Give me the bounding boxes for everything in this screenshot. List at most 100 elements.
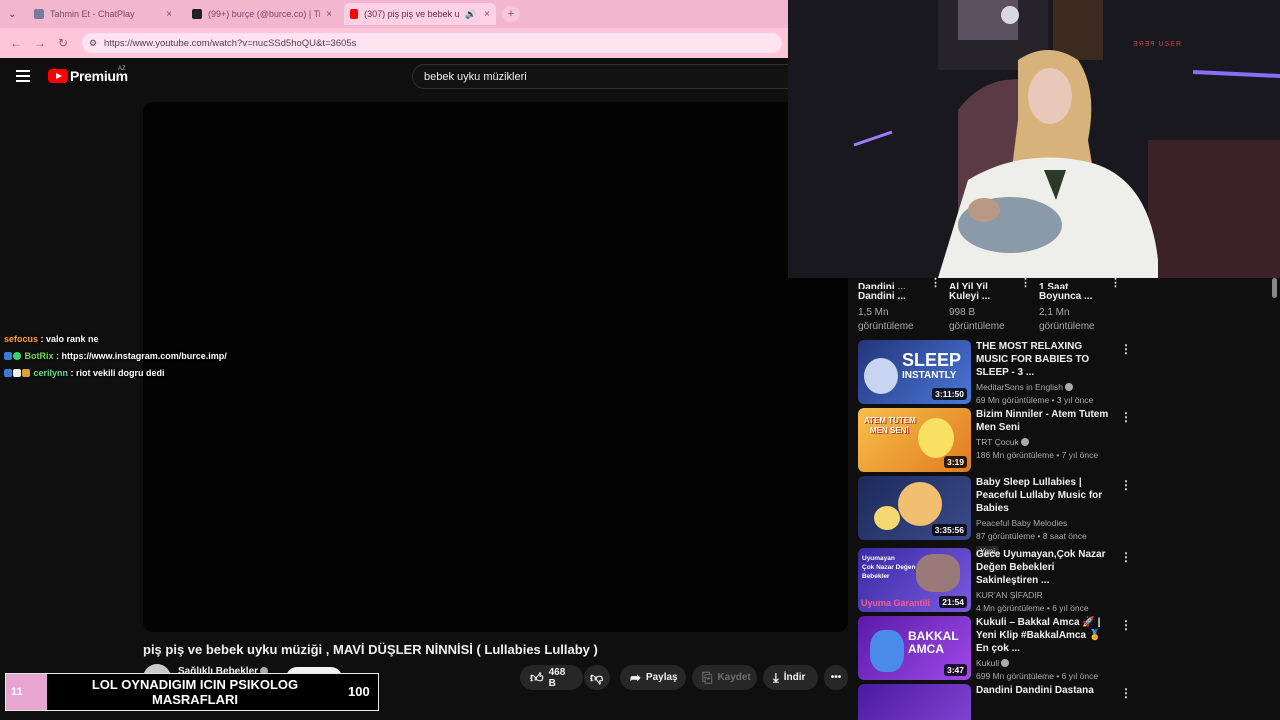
channel-name: MeditarSons in English <box>976 382 1116 392</box>
video-thumbnail[interactable] <box>858 684 971 720</box>
close-icon[interactable]: × <box>484 9 490 20</box>
shorts-card[interactable]: Dandini ... Dandini ... 1,5 Mn görüntüle… <box>858 280 914 334</box>
shorts-card[interactable]: 1 Saat Boyunca ... 2,1 Mn görüntüleme <box>1039 280 1095 334</box>
video-thumbnail[interactable]: SLEEP INSTANTLY 3:11:50 <box>858 340 971 404</box>
more-vert-icon[interactable]: ⋮ <box>1120 342 1132 356</box>
video-thumbnail[interactable]: 3:35:56 <box>858 476 971 540</box>
goal-title: LOL OYNADIGIM ICIN PSIKOLOG MASRAFLARI <box>91 677 299 707</box>
tab-tiktok[interactable]: (99+) burçe (@burce.co) | TikTok × <box>186 3 338 25</box>
channel-name: Peaceful Baby Melodies <box>976 518 1068 528</box>
thumbs-down-icon: 👎︎ <box>590 670 604 685</box>
video-title: Baby Sleep Lullabies | Peaceful Lullaby … <box>976 477 1103 514</box>
video-title: Gece Uyumayan,Çok Nazar Değen Bebekleri … <box>976 549 1106 586</box>
more-vert-icon[interactable]: ⋮ <box>1120 686 1128 700</box>
chatplay-favicon-icon <box>34 9 44 19</box>
related-video[interactable]: BAKKAL AMCA 3:47 Kukuli – Bakkal Amca 🚀 |… <box>858 616 1132 681</box>
more-vert-icon[interactable]: ⋮ <box>1120 550 1132 564</box>
reload-icon[interactable]: ↻ <box>58 36 68 50</box>
forward-arrow-icon[interactable]: → <box>34 36 46 50</box>
duration-badge: 21:54 <box>939 596 967 608</box>
bear-illustration <box>874 506 900 530</box>
card-views: 998 B <box>949 307 976 318</box>
more-vert-icon[interactable]: ⋮ <box>1120 478 1132 492</box>
channel-name-text: TRT Çocuk <box>976 437 1019 447</box>
back-arrow-icon[interactable]: ← <box>10 36 22 50</box>
related-video[interactable]: Uyumayan Çok Nazar Değen Bebekler Uyuma Ga… <box>858 548 1132 613</box>
bookmark-icon: ⎘ <box>702 670 713 685</box>
card-views-label: görüntüleme <box>858 321 914 332</box>
video-info: Kukuli – Bakkal Amca 🚀 | Yeni Klip #Bakk… <box>976 616 1116 681</box>
close-icon[interactable]: × <box>326 9 332 20</box>
close-icon[interactable]: × <box>166 9 172 20</box>
more-vert-icon[interactable]: ⋮ <box>1120 618 1132 632</box>
related-video[interactable]: 3:35:56 Baby Sleep Lullabies | Peaceful … <box>858 476 1132 557</box>
bot-badge-icon <box>4 352 12 360</box>
region-code: AZ <box>118 66 126 72</box>
url-field[interactable]: ⚙ https://www.youtube.com/watch?v=nucSSd… <box>82 33 782 53</box>
video-info: Bizim Ninniler - Atem Tutem Men Seni TRT… <box>976 408 1116 460</box>
channel-name: Kukuli <box>976 658 1116 668</box>
related-video[interactable]: SLEEP INSTANTLY 3:11:50 THE MOST RELAXIN… <box>858 340 1132 405</box>
download-button[interactable]: ⤓ İndir <box>763 665 818 690</box>
duration-badge: 3:47 <box>943 664 967 676</box>
sidebar-scrollbar[interactable] <box>1272 278 1277 298</box>
neon-sign: ƎЯƎꟼ USER <box>1133 41 1183 48</box>
video-title: piş piş ve bebek uyku müziği , MAVİ DÜŞL… <box>143 642 598 657</box>
speaker-icon[interactable]: 🔊 <box>465 9 476 20</box>
thumb-caption: Uyuma Garantili <box>861 598 931 608</box>
video-meta: 4 Mn görüntüleme • 6 yıl önce <box>976 603 1089 613</box>
chat-text: : riot vekili dogru dedi <box>70 368 165 378</box>
video-info: THE MOST RELAXING MUSIC FOR BABIES TO SL… <box>976 340 1116 405</box>
share-arrow-icon: ➦ <box>630 670 641 685</box>
more-vert-icon[interactable]: ⋮ <box>930 276 941 289</box>
more-vert-icon[interactable]: ⋮ <box>1110 276 1121 289</box>
drop-badge-icon <box>13 369 21 377</box>
site-info-icon[interactable]: ⚙ <box>89 38 97 49</box>
related-video[interactable]: Dandini Dandini Dastana ⋮ <box>858 684 1128 720</box>
video-title: THE MOST RELAXING MUSIC FOR BABIES TO SL… <box>976 341 1090 378</box>
video-meta: 87 görüntüleme • 8 saat önce <box>976 531 1087 541</box>
save-button[interactable]: ⎘ Kaydet <box>692 665 757 690</box>
share-button[interactable]: ➦ Paylaş <box>620 665 686 690</box>
thumb-caption: BAKKAL AMCA <box>908 629 959 656</box>
new-tab-button[interactable]: + <box>502 6 520 22</box>
video-info: Dandini Dandini Dastana <box>976 684 1116 697</box>
more-actions-button[interactable]: ••• <box>824 665 848 690</box>
card-views: 1,5 Mn <box>858 307 889 318</box>
like-button[interactable]: 👍︎ 468 B <box>520 665 583 690</box>
card-title: Dandini ... <box>858 291 906 302</box>
tab-chatplay[interactable]: Tahmin Et - ChatPlay × <box>28 3 178 25</box>
shorts-card[interactable]: Al Yil Yil Kuleyi ... 998 B görüntüleme <box>949 280 1005 334</box>
thumb-caption: MEN SENİ <box>870 426 909 435</box>
more-dots-icon: ••• <box>830 672 842 683</box>
chat-username: BotRix <box>24 351 54 361</box>
duration-badge: 3:19 <box>943 456 967 468</box>
thumbs-up-icon: 👍︎ <box>530 670 544 685</box>
baby-illustration <box>898 482 942 526</box>
tiktok-favicon-icon <box>192 9 202 19</box>
dislike-button[interactable]: 👎︎ <box>584 665 610 690</box>
related-video[interactable]: ATEM TUTEM MEN SENİ 3:19 Bizim Ninniler … <box>858 408 1132 472</box>
character-illustration <box>870 630 904 672</box>
search-input[interactable]: bebek uyku müzikleri <box>412 64 792 89</box>
character-illustration <box>918 418 954 458</box>
video-thumbnail[interactable]: BAKKAL AMCA 3:47 <box>858 616 971 680</box>
video-thumbnail[interactable]: Uyumayan Çok Nazar Değen Bebekler Uyuma Ga… <box>858 548 971 612</box>
card-title: 1 Saat <box>1039 282 1069 289</box>
video-title: Dandini Dandini Dastana <box>976 685 1094 696</box>
card-views-label: görüntüleme <box>1039 321 1095 332</box>
hamburger-menu-icon[interactable] <box>16 70 30 82</box>
chat-text: : https://www.instagram.com/burce.imp/ <box>56 351 227 361</box>
tab-search-button[interactable]: ⌄ <box>2 3 24 25</box>
card-views-label: görüntüleme <box>949 321 1005 332</box>
more-vert-icon[interactable]: ⋮ <box>1020 276 1031 289</box>
card-views: 2,1 Mn <box>1039 307 1070 318</box>
tab-youtube[interactable]: (307) piş piş ve bebek uyku... 🔊 × <box>344 3 496 25</box>
video-title: Bizim Ninniler - Atem Tutem Men Seni <box>976 409 1109 433</box>
youtube-logo-icon[interactable] <box>48 69 68 83</box>
baby-photo <box>916 554 960 592</box>
video-player[interactable] <box>143 102 848 632</box>
more-vert-icon[interactable]: ⋮ <box>1120 410 1132 424</box>
video-thumbnail[interactable]: ATEM TUTEM MEN SENİ 3:19 <box>858 408 971 472</box>
verified-icon <box>1064 383 1073 391</box>
